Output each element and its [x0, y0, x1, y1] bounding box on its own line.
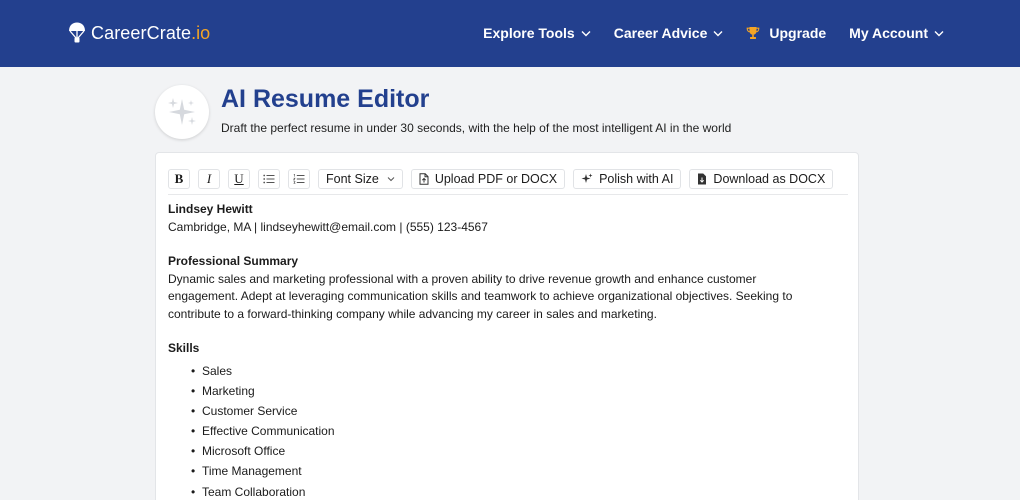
chevron-down-icon	[934, 30, 944, 36]
bold-button[interactable]: B	[168, 169, 190, 189]
file-upload-icon	[419, 173, 429, 185]
list-item: Time Management	[168, 461, 848, 481]
magic-sparkle-icon	[581, 173, 593, 183]
polish-ai-button[interactable]: Polish with AI	[573, 169, 682, 189]
skills-heading: Skills	[168, 341, 200, 355]
nav-upgrade[interactable]: Upgrade	[746, 25, 826, 41]
list-item: Microsoft Office	[168, 441, 848, 461]
sparkles-emblem	[155, 85, 209, 139]
nav-my-account-label: My Account	[849, 25, 928, 41]
bullet-list-button[interactable]	[258, 169, 280, 189]
underline-button[interactable]: U	[228, 169, 250, 189]
numbered-list-button[interactable]	[288, 169, 310, 189]
list-item: Effective Communication	[168, 421, 848, 441]
italic-button[interactable]: I	[198, 169, 220, 189]
sparkles-icon	[168, 98, 196, 125]
resume-name: Lindsey Hewitt	[168, 202, 253, 216]
top-navbar: CareerCrate .io Explore Tools Career Advi…	[0, 0, 1020, 67]
brand-name: CareerCrate	[91, 22, 192, 43]
list-item: Marketing	[168, 381, 848, 401]
resume-editor: B I U Font Size Upload PDF or DOCX Polis…	[155, 152, 859, 500]
brand-logo[interactable]: CareerCrate .io	[68, 20, 210, 46]
download-docx-button[interactable]: Download as DOCX	[689, 169, 834, 189]
parachute-logo-icon	[69, 22, 85, 43]
file-download-icon	[698, 173, 707, 185]
nav-career-advice-label: Career Advice	[613, 25, 708, 41]
resume-document[interactable]: Lindsey Hewitt Cambridge, MA | lindseyhe…	[168, 201, 848, 500]
download-label: Download as DOCX	[713, 172, 826, 186]
list-item: Team Collaboration	[168, 482, 848, 500]
numbered-list-icon	[293, 174, 305, 184]
chevron-down-icon	[581, 30, 591, 36]
page-title: AI Resume Editor	[221, 85, 430, 113]
summary-text: Dynamic sales and marketing professional…	[168, 271, 793, 321]
editor-toolbar: B I U Font Size Upload PDF or DOCX Polis…	[168, 169, 848, 195]
page-header: AI Resume Editor Draft the perfect resum…	[155, 85, 859, 141]
chevron-down-icon	[713, 30, 723, 36]
nav-my-account[interactable]: My Account	[849, 25, 944, 41]
page-subtitle: Draft the perfect resume in under 30 sec…	[221, 121, 732, 135]
upload-label: Upload PDF or DOCX	[434, 172, 558, 186]
resume-contact: Cambridge, MA | lindseyhewitt@email.com …	[168, 219, 488, 234]
list-item: Customer Service	[168, 401, 848, 421]
brand-tld: .io	[191, 22, 211, 43]
upload-button[interactable]: Upload PDF or DOCX	[410, 169, 566, 189]
list-item: Sales	[168, 361, 848, 381]
font-size-select[interactable]: Font Size	[318, 169, 403, 189]
trophy-icon	[747, 27, 760, 39]
summary-heading: Professional Summary	[168, 254, 299, 268]
nav-explore-tools[interactable]: Explore Tools	[483, 25, 591, 41]
chevron-down-icon	[387, 177, 395, 182]
nav-explore-tools-label: Explore Tools	[483, 25, 575, 41]
skills-list: Sales Marketing Customer Service Effecti…	[168, 361, 848, 500]
main-nav: Explore Tools Career Advice Upgrade My A…	[483, 22, 944, 44]
bullet-list-icon	[263, 174, 275, 184]
nav-career-advice[interactable]: Career Advice	[614, 25, 724, 41]
nav-upgrade-label: Upgrade	[769, 25, 827, 41]
font-size-label: Font Size	[326, 172, 379, 186]
polish-label: Polish with AI	[599, 172, 674, 186]
